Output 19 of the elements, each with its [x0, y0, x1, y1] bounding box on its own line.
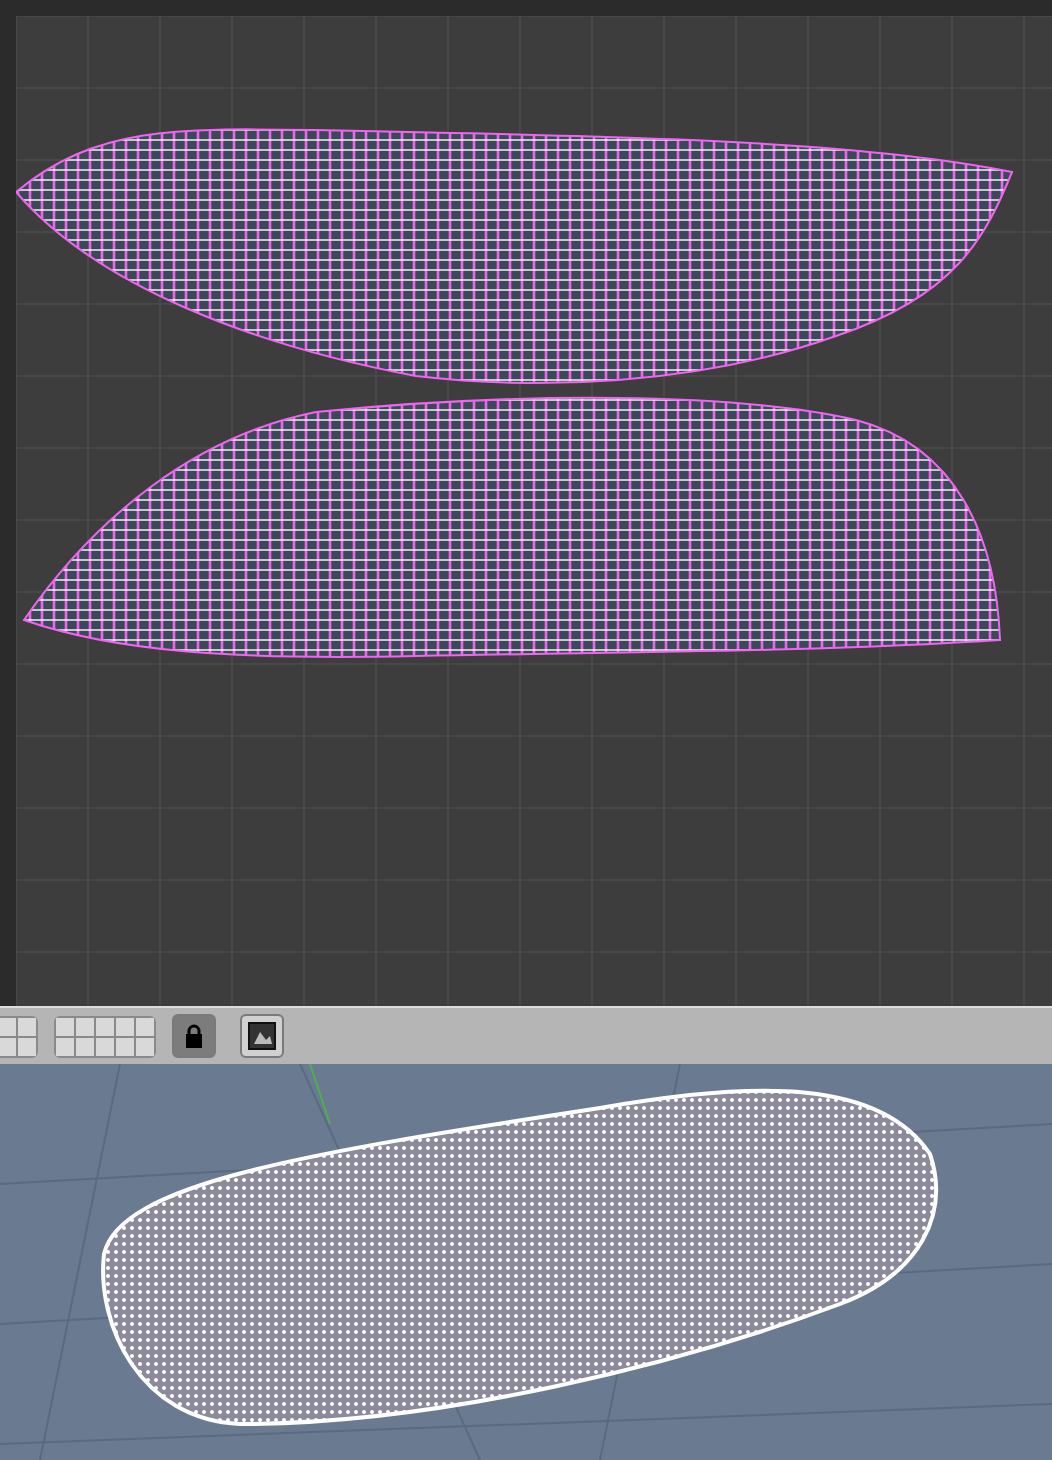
layer-button[interactable] — [0, 1037, 16, 1055]
layer-button[interactable] — [76, 1037, 94, 1055]
layer-button[interactable] — [96, 1037, 114, 1055]
layer-button[interactable] — [116, 1037, 134, 1055]
layer-button[interactable] — [136, 1017, 154, 1035]
image-button[interactable] — [240, 1014, 284, 1058]
layer-button[interactable] — [96, 1017, 114, 1035]
layer-button[interactable] — [0, 1017, 16, 1035]
padlock-icon — [184, 1024, 204, 1048]
layer-button[interactable] — [56, 1037, 74, 1055]
picture-icon — [248, 1022, 276, 1050]
layer-button[interactable] — [76, 1017, 94, 1035]
lock-button[interactable] — [172, 1014, 216, 1058]
layer-button[interactable] — [18, 1017, 36, 1035]
layer-button[interactable] — [18, 1037, 36, 1055]
layer-button[interactable] — [136, 1037, 154, 1055]
layer-button[interactable] — [56, 1017, 74, 1035]
axis-line — [309, 1064, 331, 1125]
layer-button[interactable] — [116, 1017, 134, 1035]
